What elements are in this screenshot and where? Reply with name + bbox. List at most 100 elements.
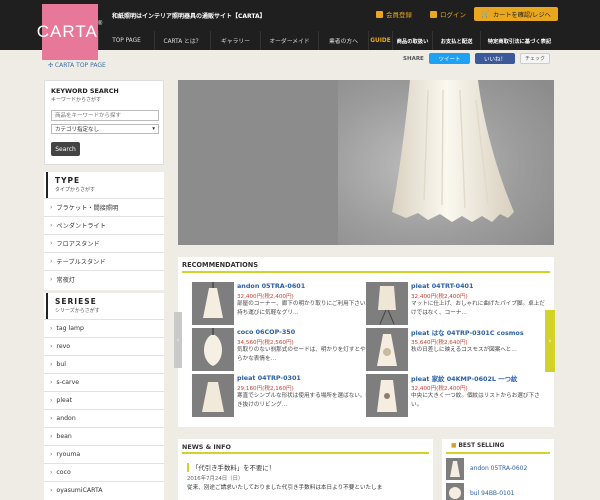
product-thumbnail[interactable] xyxy=(366,328,408,371)
star-icon: ■ xyxy=(451,443,457,449)
series-item-revo[interactable]: › revo xyxy=(44,337,164,355)
nav-business[interactable]: 業者の方へ xyxy=(318,31,368,50)
chevron-right-icon: › xyxy=(548,337,552,345)
chevron-down-icon: ▾ xyxy=(152,126,155,132)
type-item-label: 常夜灯 xyxy=(56,277,75,284)
product-thumbnail[interactable] xyxy=(366,282,408,325)
facebook-like-button[interactable]: いいね！ xyxy=(475,53,515,64)
news-item-title[interactable]: 「代引き手数料」を不要に！ xyxy=(187,463,275,472)
type-filter: TYPE タイプからさがす › ブラケット・間接照明 › ペンダントライト › フロア… xyxy=(44,172,164,290)
rec-product-card[interactable]: pleat 04TRP-0301 29,160円(税2,160円) 寒直でシンプ… xyxy=(192,374,371,419)
tweet-button[interactable]: ツイート xyxy=(429,53,470,64)
nav-order-made[interactable]: オーダーメイド xyxy=(260,31,318,50)
best-selling-item[interactable]: andon 05TRA-0602 xyxy=(444,458,554,480)
type-item-table-stand[interactable]: › テーブルスタンド xyxy=(44,252,164,270)
main-nav: TOP PAGE CARTA とは？ ギャラリー オーダーメイド 業者の方へ G… xyxy=(98,31,558,50)
series-item-bean[interactable]: › bean xyxy=(44,427,164,445)
series-item-tag-lamp[interactable]: › tag lamp xyxy=(44,319,164,337)
series-item-label: pleat xyxy=(56,397,73,404)
nav-about-carta[interactable]: CARTA とは？ xyxy=(154,31,210,50)
type-item-night-light[interactable]: › 常夜灯 xyxy=(44,270,164,288)
product-name[interactable]: pleat 家紋 04KMP-0602L 一つ紋 xyxy=(411,374,517,383)
search-subtitle: キーワードからさがす xyxy=(51,97,102,103)
rec-product-card[interactable]: coco 06COP-350 34,560円(税2,560円) 気取りのない刹那… xyxy=(192,328,371,373)
rec-product-card[interactable]: pleat 04TRT-0401 32,400円(税2,400円) マットに仕上… xyxy=(366,282,545,327)
series-item-label: coco xyxy=(56,469,71,476)
nav-handling[interactable]: 商品の取扱い xyxy=(392,31,432,50)
product-thumbnail[interactable] xyxy=(192,374,234,417)
share-label: SHARE xyxy=(403,56,424,62)
product-thumbnail[interactable] xyxy=(446,458,464,480)
recommendations-divider xyxy=(182,271,550,273)
product-description: マットに仕上げ、おしゃれに曲げたパイプ脚。卓上だけではなく、コーナ… xyxy=(411,301,545,316)
product-name[interactable]: andon 05TRA-0601 xyxy=(237,282,305,290)
nav-gallery[interactable]: ギャラリー xyxy=(210,31,260,50)
series-item-andon[interactable]: › andon xyxy=(44,409,164,427)
best-selling-title: ■ BEST SELLING xyxy=(442,439,554,452)
best-selling-name[interactable]: andon 05TRA-0602 xyxy=(470,465,527,472)
series-item-coco[interactable]: › coco xyxy=(44,463,164,481)
cart-icon: 🛒 xyxy=(481,10,490,18)
series-filter: SERIESE シリーズからさがす › tag lamp › revo › bul ›… xyxy=(44,293,164,500)
member-register-button[interactable]: 会員登録 xyxy=(376,9,412,19)
breadcrumb[interactable]: ✣ CARTA TOP PAGE xyxy=(48,62,106,69)
chevron-right-icon: › xyxy=(50,397,53,404)
product-name[interactable]: pleat 04TRT-0401 xyxy=(411,282,473,290)
series-item-label: oyasumiCARTA xyxy=(56,487,103,494)
series-item-oyasumi-carta[interactable]: › oyasumiCARTA xyxy=(44,481,164,499)
nav-payment-shipping[interactable]: お支払と配送 xyxy=(432,31,480,50)
series-item-ryouma[interactable]: › ryouma xyxy=(44,445,164,463)
product-thumbnail[interactable] xyxy=(192,282,234,325)
product-description: 中央に大きく一つ紋。個紋はリストからお選び下さい。 xyxy=(411,393,540,408)
type-item-floor-stand[interactable]: › フロアスタンド xyxy=(44,234,164,252)
chevron-right-icon: › xyxy=(50,361,53,368)
rec-product-card[interactable]: andon 05TRA-0601 32,400円(税2,400円) 部屋のコーナ… xyxy=(192,282,371,327)
series-item-label: bean xyxy=(56,433,72,440)
nav-guide[interactable]: GUIDE xyxy=(368,31,392,50)
product-name[interactable]: pleat はな 04TRP-0301C cosmos xyxy=(411,328,524,337)
login-icon xyxy=(430,10,437,18)
search-input[interactable] xyxy=(51,110,159,121)
type-title: TYPE xyxy=(55,176,81,185)
carta-logo[interactable]: CARTA ® xyxy=(37,4,102,60)
series-item-label: revo xyxy=(56,343,71,350)
carousel-prev-button[interactable]: ‹ xyxy=(174,312,182,368)
product-description: 部屋のコーナー、廊下の明かり取りにご利用下さい。持ち運びに気軽なグリ… xyxy=(237,301,372,316)
type-header: TYPE タイプからさがす xyxy=(46,172,164,198)
rec-product-card[interactable]: pleat はな 04TRP-0301C cosmos 35,640円(税2,6… xyxy=(366,328,542,373)
carousel-next-button[interactable]: › xyxy=(545,310,555,372)
product-thumbnail[interactable] xyxy=(366,374,408,417)
nav-commercial-law[interactable]: 特定商取引法に基づく表記 xyxy=(480,31,558,50)
series-item-label: ryouma xyxy=(56,451,81,458)
logo-text: CARTA xyxy=(36,22,98,41)
chevron-right-icon: › xyxy=(50,469,53,476)
best-selling-title-text: BEST SELLING xyxy=(458,443,505,449)
type-item-label: テーブルスタンド xyxy=(56,259,106,266)
check-button[interactable]: チェック xyxy=(520,53,550,64)
login-button[interactable]: ログイン xyxy=(430,9,466,19)
chevron-right-icon: › xyxy=(50,433,53,440)
product-name[interactable]: pleat 04TRP-0301 xyxy=(237,374,301,382)
product-name[interactable]: coco 06COP-350 xyxy=(237,328,295,336)
nav-top-page[interactable]: TOP PAGE xyxy=(98,31,154,50)
type-item-bracket[interactable]: › ブラケット・間接照明 xyxy=(44,198,164,216)
series-item-s-carve[interactable]: › s-carve xyxy=(44,373,164,391)
search-button[interactable]: Search xyxy=(51,142,80,156)
chevron-right-icon: › xyxy=(50,343,53,350)
series-item-bul[interactable]: › bul xyxy=(44,355,164,373)
best-selling-name[interactable]: bul 94BB-0101 xyxy=(470,490,515,497)
series-item-pleat[interactable]: › pleat xyxy=(44,391,164,409)
member-icon xyxy=(376,10,383,18)
login-label: ログイン xyxy=(440,11,466,19)
product-thumbnail[interactable] xyxy=(192,328,234,371)
category-select[interactable]: カテゴリ指定なし ▾ xyxy=(51,124,159,134)
rec-product-card[interactable]: pleat 家紋 04KMP-0602L 一つ紋 32,400円(税2,400円… xyxy=(366,374,542,419)
best-selling-item[interactable]: bul 94BB-0101 xyxy=(444,483,554,500)
search-title: KEYWORD SEARCH xyxy=(51,87,119,95)
product-thumbnail[interactable] xyxy=(446,483,464,500)
hero-banner[interactable] xyxy=(178,80,554,245)
type-item-pendant[interactable]: › ペンダントライト xyxy=(44,216,164,234)
cart-button[interactable]: 🛒 カートを確認/レジへ xyxy=(474,7,558,21)
series-title: SERIESE xyxy=(55,297,97,306)
product-price: 35,640円(税2,640円) xyxy=(411,340,468,346)
